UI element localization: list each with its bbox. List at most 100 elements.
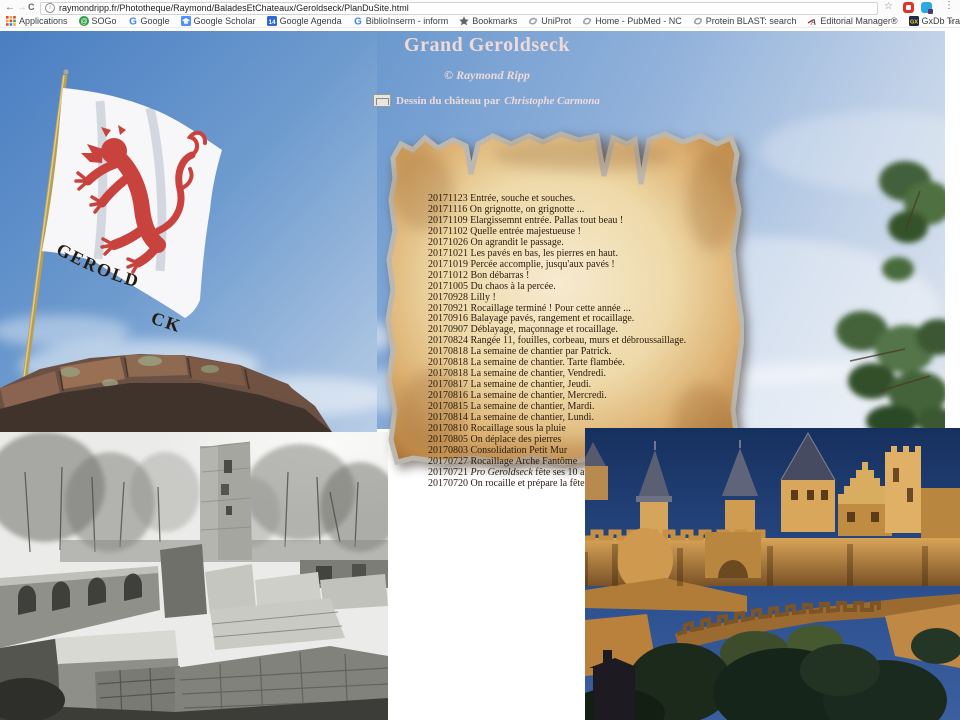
apps-grid-icon xyxy=(6,16,16,26)
log-entry-date: 20170721 xyxy=(428,467,471,478)
gxdb-icon: GX xyxy=(909,16,919,26)
bookmark-label: Google Agenda xyxy=(280,16,342,26)
log-entry-text: La semaine de chantier, Lundi. xyxy=(471,412,594,423)
bookmarks-bar: Applications@SOGoGGoogleGoogle Scholar14… xyxy=(0,15,960,28)
bookmark-label: Editorial Manager® xyxy=(820,16,897,26)
bookmark-protein-blast-search[interactable]: Protein BLAST: search xyxy=(693,16,797,26)
bookmark-applications[interactable]: Applications xyxy=(6,16,68,26)
svg-text:GX: GX xyxy=(909,20,917,26)
url-text[interactable]: raymondripp.fr/Phototheque/Raymond/Balad… xyxy=(59,3,409,13)
bookmark-biblioinserm-inform[interactable]: G BiblioInserm - inform xyxy=(353,16,449,26)
bookmark-uniprot[interactable]: UniProt xyxy=(528,16,571,26)
browser-window: ← → C i raymondripp.fr/Phototheque/Raymo… xyxy=(0,0,960,720)
log-entry-date: 20171109 xyxy=(428,215,470,226)
svg-text:14: 14 xyxy=(268,19,276,26)
bookmark-label: GxDb Transcriptomic xyxy=(922,16,960,26)
log-entry-date: 20170720 xyxy=(428,478,471,489)
google-g-icon: G xyxy=(128,16,138,26)
bookmark-google-agenda[interactable]: 14 Google Agenda xyxy=(267,16,342,26)
log-entry-text: Lilly ! xyxy=(471,292,496,303)
url-bar[interactable]: i raymondripp.fr/Phototheque/Raymond/Bal… xyxy=(40,2,878,15)
log-entry-text: Rocaillage Arche Fantôme xyxy=(471,456,578,467)
page-copyright: © Raymond Ripp xyxy=(337,68,637,83)
bookmark-label: Google Scholar xyxy=(194,16,256,26)
ncbi-swirl-icon xyxy=(528,16,538,26)
castle-night-photo[interactable] xyxy=(585,428,960,720)
log-entry-italic: Pro Geroldseck xyxy=(471,467,533,478)
bookmark-label: Google xyxy=(141,16,170,26)
log-entry-text: La semaine de chantier, Mercredi. xyxy=(471,390,607,401)
log-entry-text: Bon débarras ! xyxy=(471,270,530,281)
browser-menu-icon[interactable]: ⋮ xyxy=(944,0,954,11)
page-title: Grand Geroldseck xyxy=(337,34,637,57)
svg-text:A: A xyxy=(810,18,817,26)
bookmark-sogo[interactable]: @ SOGo xyxy=(79,16,117,26)
log-entry-date: 20171012 xyxy=(428,270,471,281)
bookmark-label: UniProt xyxy=(541,16,571,26)
bookmark-label: BiblioInserm - inform xyxy=(366,16,449,26)
log-entry-date: 20170907 xyxy=(428,324,471,335)
reload-icon[interactable]: C xyxy=(28,1,35,14)
log-entry-text: La semaine de chantier. Tarte flambée. xyxy=(471,357,625,368)
log-entry-date: 20171102 xyxy=(428,226,470,237)
ruins-bw-photo[interactable] xyxy=(0,432,388,720)
bookmark-google[interactable]: GGoogle xyxy=(128,16,170,26)
blue-extension-icon[interactable] xyxy=(921,2,932,13)
caption-author: Christophe Carmona xyxy=(504,95,600,107)
log-entry-text: Consolidation Petit Mur xyxy=(471,445,568,456)
log-entry-text: La semaine de chantier, Vendredi. xyxy=(471,368,606,379)
bookmark-label: Applications xyxy=(19,16,68,26)
log-entry-text: Rangée 11, fouilles, corbeau, murs et dé… xyxy=(471,335,687,346)
bookmark-google-scholar[interactable]: Google Scholar xyxy=(181,16,256,26)
parchment-panel: 20171123 Entrée, souche et souches.20171… xyxy=(383,110,744,468)
log-entry-date: 20170928 xyxy=(428,292,471,303)
bookmark-bookmarks[interactable]: Bookmarks xyxy=(459,16,517,26)
log-entry-date: 20170818 xyxy=(428,357,471,368)
log-entry-date: 20170818 xyxy=(428,346,471,357)
log-entry-date: 20170916 xyxy=(428,313,471,324)
log-entry-date: 20170816 xyxy=(428,390,471,401)
log-entry-text: Quelle entrée majestueuse ! xyxy=(470,226,581,237)
drawing-thumbnail-icon[interactable] xyxy=(373,94,391,107)
back-icon[interactable]: ← xyxy=(5,1,15,14)
log-entry-date: 20171021 xyxy=(428,248,471,259)
log-entry-text: On déplace des pierres xyxy=(471,434,562,445)
log-entry-date: 20170810 xyxy=(428,423,471,434)
log-entry-date: 20170817 xyxy=(428,379,471,390)
log-entry-text: Rocaillage sous la pluie xyxy=(471,423,566,434)
log-entry-text: On rocaille et prépare la fête. xyxy=(471,478,588,489)
log-entry-text: Entrée, souche et souches. xyxy=(470,193,575,204)
log-entry-date: 20170803 xyxy=(428,445,471,456)
bookmarks-overflow-chevron[interactable]: » xyxy=(949,16,954,26)
flag-photo[interactable]: GEROLD CK xyxy=(0,31,377,432)
bookmark-editorial-manager-[interactable]: AEditorial Manager® xyxy=(807,16,897,26)
bookmark-label: SOGo xyxy=(92,16,117,26)
log-entry-text: Balayage pavés, rangement et rocaillage. xyxy=(471,313,635,324)
log-entry-text: Elargissemnt entrée. Pallas tout beau ! xyxy=(470,215,623,226)
log-entry-date: 20170921 xyxy=(428,303,471,314)
log-entry-date: 20170805 xyxy=(428,434,471,445)
bookmark-home-pubmed-nc[interactable]: Home - PubMed - NC xyxy=(582,16,682,26)
log-entry-date: 20170815 xyxy=(428,401,471,412)
svg-text:G: G xyxy=(354,17,362,26)
bookmark-star-icon[interactable]: ☆ xyxy=(884,1,893,12)
site-info-icon[interactable]: i xyxy=(45,3,55,13)
log-entry-text: La semaine de chantier, Jeudi. xyxy=(471,379,592,390)
ruin-tower xyxy=(200,442,252,560)
editorial-icon: A xyxy=(807,16,817,26)
log-entry-text: On agrandit le passage. xyxy=(471,237,564,248)
ncbi-swirl-icon xyxy=(693,16,703,26)
web-page: GEROLD CK xyxy=(0,28,960,720)
log-entry-date: 20171123 xyxy=(428,193,470,204)
log-entry-date: 20171019 xyxy=(428,259,471,270)
adblock-extension-icon[interactable] xyxy=(903,2,914,13)
bookmark-label: Protein BLAST: search xyxy=(706,16,797,26)
forward-icon[interactable]: → xyxy=(17,1,27,14)
log-entry-date: 20170727 xyxy=(428,456,471,467)
log-entry-date: 20170818 xyxy=(428,368,471,379)
bookmark-label: Home - PubMed - NC xyxy=(595,16,682,26)
log-entry-text: Déblayage, maçonnage et rocaillage. xyxy=(471,324,618,335)
star-black-icon xyxy=(459,16,469,26)
google-g-icon: G xyxy=(353,16,363,26)
svg-text:@: @ xyxy=(80,19,87,26)
